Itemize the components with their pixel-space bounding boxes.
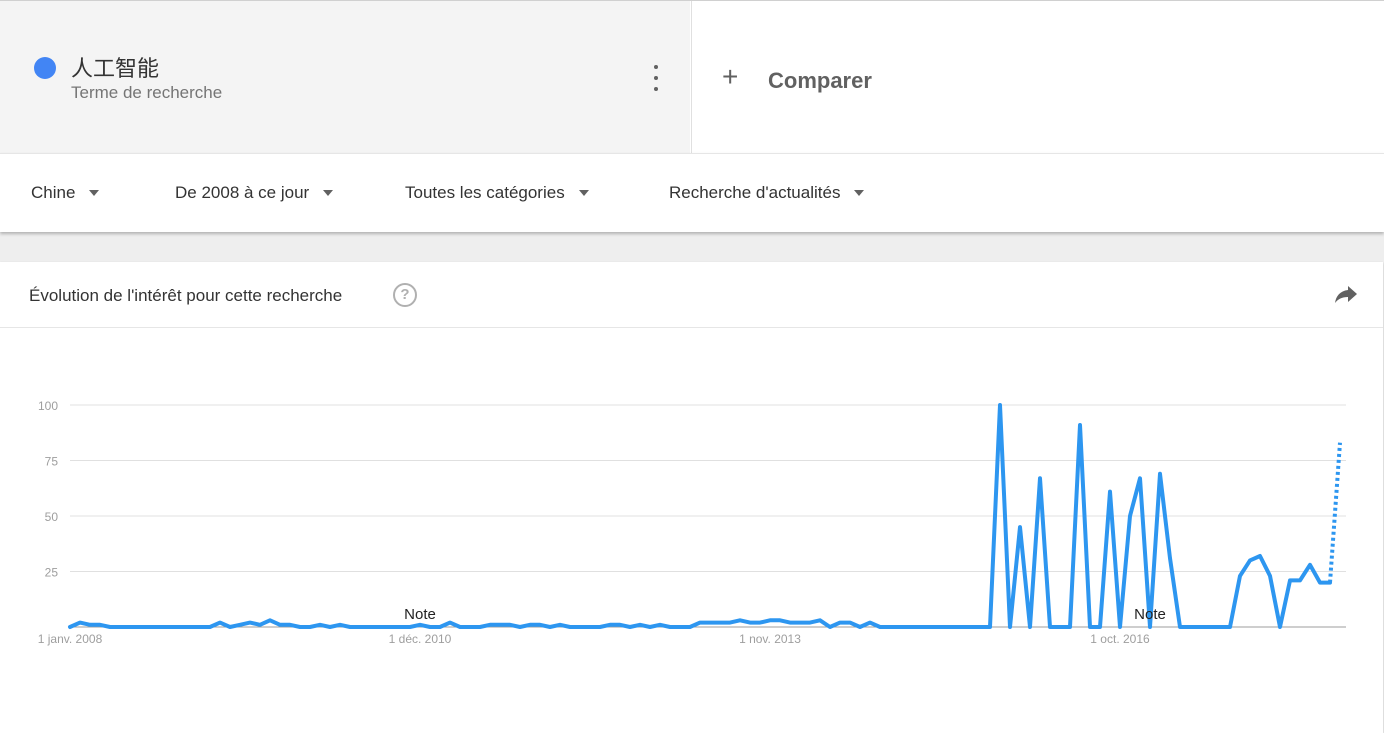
term-type: Terme de recherche (71, 83, 223, 102)
compare-button[interactable]: + Comparer (691, 1, 1384, 154)
region-label: Chine (31, 183, 76, 202)
note-annotation: Note (1134, 606, 1166, 623)
interest-over-time-card: Évolution de l'intérêt pour cette recher… (0, 262, 1383, 733)
x-tick-label: 1 oct. 2016 (1090, 632, 1150, 646)
y-tick-label: 100 (38, 399, 58, 413)
term-name: 人工智能 (71, 57, 160, 82)
term-bar: 人工智能 Terme de recherche + Comparer (0, 0, 1384, 154)
note-annotation: Note (404, 606, 436, 623)
dropdown-arrow-icon (578, 190, 589, 196)
filter-row: Chine De 2008 à ce jour Toutes les catég… (0, 153, 1384, 232)
dropdown-arrow-icon (89, 190, 100, 196)
x-tick-label: 1 déc. 2010 (389, 632, 452, 646)
period-dropdown[interactable]: De 2008 à ce jour (175, 183, 334, 203)
series-partial-segment (1328, 442, 1342, 583)
search-type-dropdown[interactable]: Recherche d'actualités (669, 183, 865, 203)
category-label: Toutes les catégories (405, 183, 565, 202)
y-tick-label: 50 (45, 510, 59, 524)
term-color-dot (34, 57, 56, 79)
x-tick-label: 1 janv. 2008 (38, 632, 103, 646)
plus-icon: + (722, 61, 739, 92)
compare-label: Comparer (768, 68, 872, 93)
x-tick-label: 1 nov. 2013 (739, 632, 801, 646)
dropdown-arrow-icon (854, 190, 865, 196)
category-dropdown[interactable]: Toutes les catégories (405, 183, 589, 203)
region-dropdown[interactable]: Chine (31, 183, 100, 203)
period-label: De 2008 à ce jour (175, 183, 310, 202)
dropdown-arrow-icon (323, 190, 334, 196)
y-tick-label: 75 (45, 455, 59, 469)
search-term-card[interactable]: 人工智能 Terme de recherche (0, 1, 690, 154)
y-tick-label: 25 (45, 566, 59, 580)
interest-line-chart: 100 75 50 25 1 janv. 2008 1 déc. 2010 1 nov. 2… (38, 399, 1346, 646)
search-type-label: Recherche d'actualités (669, 183, 841, 202)
more-vert-icon[interactable] (644, 65, 668, 91)
